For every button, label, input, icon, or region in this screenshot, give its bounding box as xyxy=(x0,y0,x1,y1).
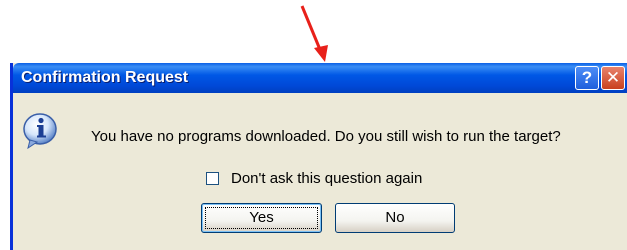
dialog-title: Confirmation Request xyxy=(21,69,189,86)
confirmation-dialog: Confirmation Request ? ✕ You have no pro… xyxy=(10,63,627,250)
dialog-message: You have no programs downloaded. Do you … xyxy=(91,128,561,145)
no-button[interactable]: No xyxy=(335,203,455,233)
info-icon xyxy=(23,113,57,149)
close-icon: ✕ xyxy=(605,68,621,87)
help-icon: ? xyxy=(581,68,593,87)
no-button-label: No xyxy=(385,209,405,226)
focus-indicator xyxy=(205,207,318,229)
dont-ask-again-label[interactable]: Don't ask this question again xyxy=(231,170,422,187)
yes-button[interactable]: Yes xyxy=(201,203,322,233)
annotation-arrow xyxy=(300,5,328,62)
title-bar[interactable]: Confirmation Request ? ✕ xyxy=(13,63,627,93)
close-button[interactable]: ✕ xyxy=(601,66,625,90)
dont-ask-again-checkbox[interactable] xyxy=(206,172,219,185)
help-button[interactable]: ? xyxy=(575,66,599,90)
